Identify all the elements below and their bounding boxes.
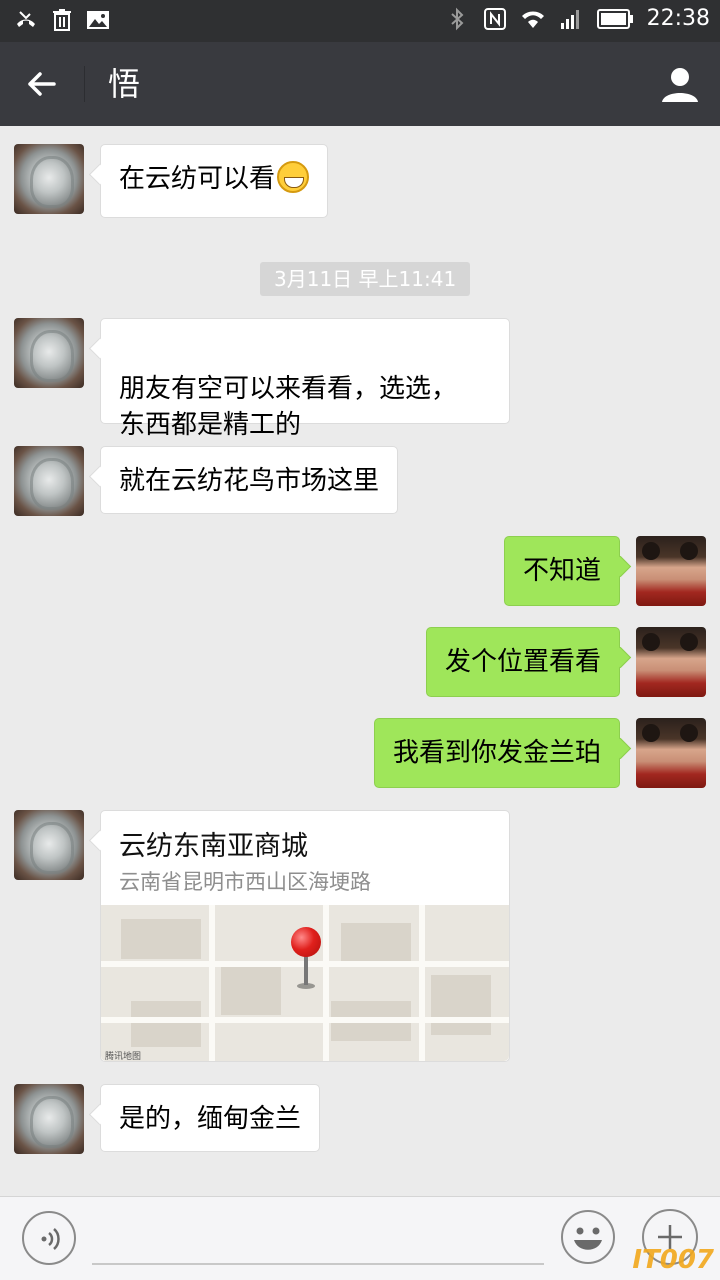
pin-stick <box>304 955 308 985</box>
my-avatar[interactable] <box>636 718 706 788</box>
message-text: 不知道 <box>522 556 601 586</box>
location-message[interactable]: 云纺东南亚商城 云南省昆明市西山区海埂路 腾讯地图 <box>100 810 510 1062</box>
header-divider <box>84 66 85 102</box>
message-text: 在云纺可以看 <box>119 164 276 194</box>
image-icon <box>87 11 109 29</box>
location-map[interactable]: 腾讯地图 <box>101 905 509 1061</box>
chat-header: 悟 <box>0 42 720 126</box>
message-input[interactable] <box>92 1263 544 1265</box>
map-provider-logo: 腾讯地图 <box>105 1052 142 1061</box>
location-title: 云纺东南亚商城 <box>119 831 308 862</box>
incoming-message[interactable]: 在云纺可以看 <box>100 144 329 218</box>
grin-emoji-icon <box>277 161 310 193</box>
message-text: 是的，缅甸金兰 <box>119 1104 302 1134</box>
incoming-message[interactable]: 是的，缅甸金兰 <box>100 1084 321 1152</box>
battery-icon <box>596 8 633 29</box>
my-avatar[interactable] <box>636 536 706 606</box>
outgoing-message[interactable]: 我看到你发金兰珀 <box>373 718 620 788</box>
message-text: 发个位置看看 <box>444 647 601 677</box>
input-bar: IT007 <box>0 1196 720 1280</box>
chat-history[interactable]: 在云纺可以看 3月11日 早上11:41 朋友有空可以来看看，选选， 东西都是精… <box>0 126 720 1196</box>
status-bar: 22:38 <box>0 0 720 42</box>
signal-icon <box>560 9 579 29</box>
my-avatar[interactable] <box>636 627 706 697</box>
wifi-icon <box>521 11 544 28</box>
clock: 22:38 <box>646 6 710 31</box>
outgoing-message[interactable]: 不知道 <box>503 536 620 606</box>
outgoing-message[interactable]: 发个位置看看 <box>425 627 620 697</box>
contact-avatar[interactable] <box>14 1084 84 1154</box>
nfc-icon <box>483 7 506 30</box>
contact-avatar[interactable] <box>14 446 84 516</box>
voice-icon <box>41 1228 60 1250</box>
profile-icon[interactable] <box>658 62 702 106</box>
missed-call-icon <box>17 11 35 27</box>
trash-icon <box>53 9 71 31</box>
incoming-message[interactable]: 就在云纺花鸟市场这里 <box>100 446 399 514</box>
contact-avatar[interactable] <box>14 810 84 880</box>
voice-input-button[interactable] <box>22 1211 76 1265</box>
map-pin-icon <box>291 927 321 957</box>
contact-avatar[interactable] <box>14 318 84 388</box>
time-divider: 3月11日 早上11:41 <box>260 262 471 296</box>
contact-avatar[interactable] <box>14 144 84 214</box>
bluetooth-icon <box>450 7 464 30</box>
emoji-icon[interactable] <box>560 1209 616 1265</box>
site-watermark: IT007 <box>632 1245 714 1275</box>
incoming-message[interactable]: 朋友有空可以来看看，选选， 东西都是精工的 <box>100 318 510 440</box>
back-arrow-icon[interactable] <box>20 62 64 106</box>
contact-name: 悟 <box>108 65 141 103</box>
message-text: 朋友有空可以来看看，选选， 东西都是精工的 <box>119 374 458 440</box>
location-address: 云南省昆明市西山区海埂路 <box>119 870 371 894</box>
message-text: 我看到你发金兰珀 <box>392 738 601 768</box>
message-text: 就在云纺花鸟市场这里 <box>119 466 380 496</box>
